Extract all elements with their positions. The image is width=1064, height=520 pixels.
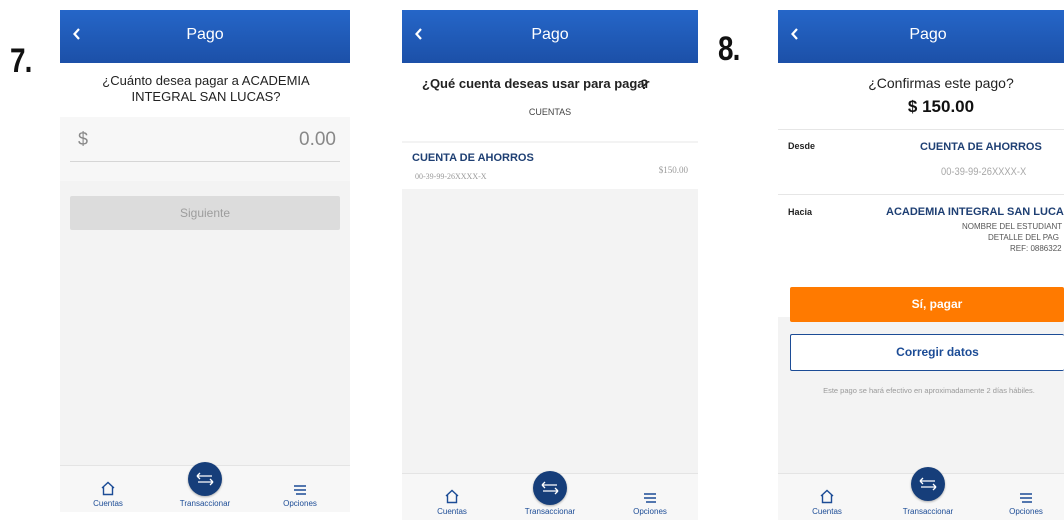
- amount-question: ¿Cuánto desea pagar a ACADEMIA INTEGRAL …: [102, 73, 310, 104]
- phone-screen-confirm: Pago ¿Confirmas este pago? $ 150.00 Desd…: [778, 10, 1064, 520]
- nav-accounts-label: Cuentas: [437, 507, 467, 516]
- nav-transact[interactable]: Transaccionar: [888, 507, 968, 516]
- from-number: 00-39-99-26XXXX-X: [941, 166, 1027, 178]
- nav-accounts[interactable]: Cuentas: [787, 489, 867, 516]
- menu-lines-icon: [644, 493, 656, 503]
- account-item[interactable]: CUENTA DE AHORROS 00-39-99-26XXXX-X $150…: [402, 143, 698, 189]
- to-reference: REF: 0886322: [1010, 244, 1062, 253]
- home-icon: [820, 489, 834, 504]
- home-icon: [445, 489, 459, 504]
- transfer-arrows-icon: [541, 481, 559, 495]
- section-label: CUENTAS: [528, 107, 572, 117]
- nav-options[interactable]: Opciones: [986, 492, 1064, 516]
- app-header: Pago: [402, 10, 698, 63]
- step-number-7: 7.: [10, 42, 32, 80]
- nav-transact-label: Transaccionar: [524, 507, 576, 516]
- phone-screen-account: Pago ¿Qué cuenta deseas usar para pagar …: [402, 10, 698, 520]
- nav-options[interactable]: Opciones: [260, 484, 340, 508]
- divider: [778, 129, 1064, 130]
- nav-accounts[interactable]: Cuentas: [412, 489, 492, 516]
- app-header: Pago: [60, 10, 350, 63]
- nav-transact[interactable]: Transaccionar: [510, 507, 590, 516]
- confirm-question: ¿Confirmas este pago?: [868, 75, 1014, 91]
- app-header: Pago: [778, 10, 1064, 63]
- confirm-pay-button[interactable]: Sí, pagar: [790, 287, 1064, 322]
- account-question: ¿Qué cuenta deseas usar para pagar: [422, 76, 650, 91]
- account-amount: $150.00: [658, 165, 688, 175]
- phone-screen-amount: Pago ¿Cuánto desea pagar a ACADEMIA INTE…: [60, 10, 350, 512]
- account-question-mark: ?: [640, 76, 649, 92]
- question-panel: ¿Cuánto desea pagar a ACADEMIA INTEGRAL …: [60, 63, 350, 123]
- transact-fab[interactable]: [188, 462, 222, 496]
- account-question-panel: ¿Qué cuenta deseas usar para pagar ? CUE…: [402, 63, 698, 141]
- header-title: Pago: [909, 26, 947, 43]
- amount-field[interactable]: $ 0.00: [60, 117, 350, 181]
- edit-data-button[interactable]: Corregir datos: [790, 334, 1064, 371]
- confirm-panel: ¿Confirmas este pago? $ 150.00 Desde CUE…: [778, 63, 1064, 317]
- transact-fab[interactable]: [533, 471, 567, 505]
- to-name: ACADEMIA INTEGRAL SAN LUCAS: [886, 206, 1064, 218]
- nav-transact[interactable]: Transaccionar: [165, 499, 245, 508]
- nav-transact-label: Transaccionar: [179, 499, 231, 508]
- account-name: CUENTA DE AHORROS: [412, 152, 534, 164]
- home-icon: [101, 481, 115, 496]
- to-student: NOMBRE DEL ESTUDIANT: [962, 222, 1063, 231]
- divider: [778, 194, 1064, 195]
- transact-fab[interactable]: [911, 467, 945, 501]
- to-label: Hacia: [788, 207, 813, 217]
- account-number: 00-39-99-26XXXX-X: [415, 172, 487, 181]
- transfer-arrows-icon: [919, 477, 937, 491]
- nav-options-label: Opciones: [633, 507, 667, 516]
- header-title: Pago: [186, 26, 224, 43]
- currency-symbol: $: [78, 129, 89, 149]
- nav-accounts[interactable]: Cuentas: [68, 481, 148, 508]
- menu-lines-icon: [294, 485, 306, 495]
- to-detail: DETALLE DEL PAG: [988, 233, 1059, 242]
- input-underline: [70, 161, 340, 162]
- amount-input[interactable]: 0.00: [299, 129, 336, 151]
- step-number-8: 8.: [718, 30, 740, 68]
- confirm-amount: $ 150.00: [907, 97, 975, 116]
- nav-options-label: Opciones: [283, 499, 317, 508]
- menu-lines-icon: [1020, 493, 1032, 503]
- transfer-arrows-icon: [196, 472, 214, 486]
- header-title: Pago: [531, 26, 569, 43]
- nav-options-label: Opciones: [1009, 507, 1043, 516]
- next-button[interactable]: Siguiente: [70, 196, 340, 230]
- nav-options[interactable]: Opciones: [610, 492, 690, 516]
- from-account: CUENTA DE AHORROS: [920, 141, 1042, 153]
- processing-notice: Este pago se hará efectivo en aproximada…: [823, 386, 1035, 395]
- nav-accounts-label: Cuentas: [93, 499, 123, 508]
- nav-accounts-label: Cuentas: [812, 507, 842, 516]
- nav-transact-label: Transaccionar: [902, 507, 954, 516]
- from-label: Desde: [788, 141, 816, 151]
